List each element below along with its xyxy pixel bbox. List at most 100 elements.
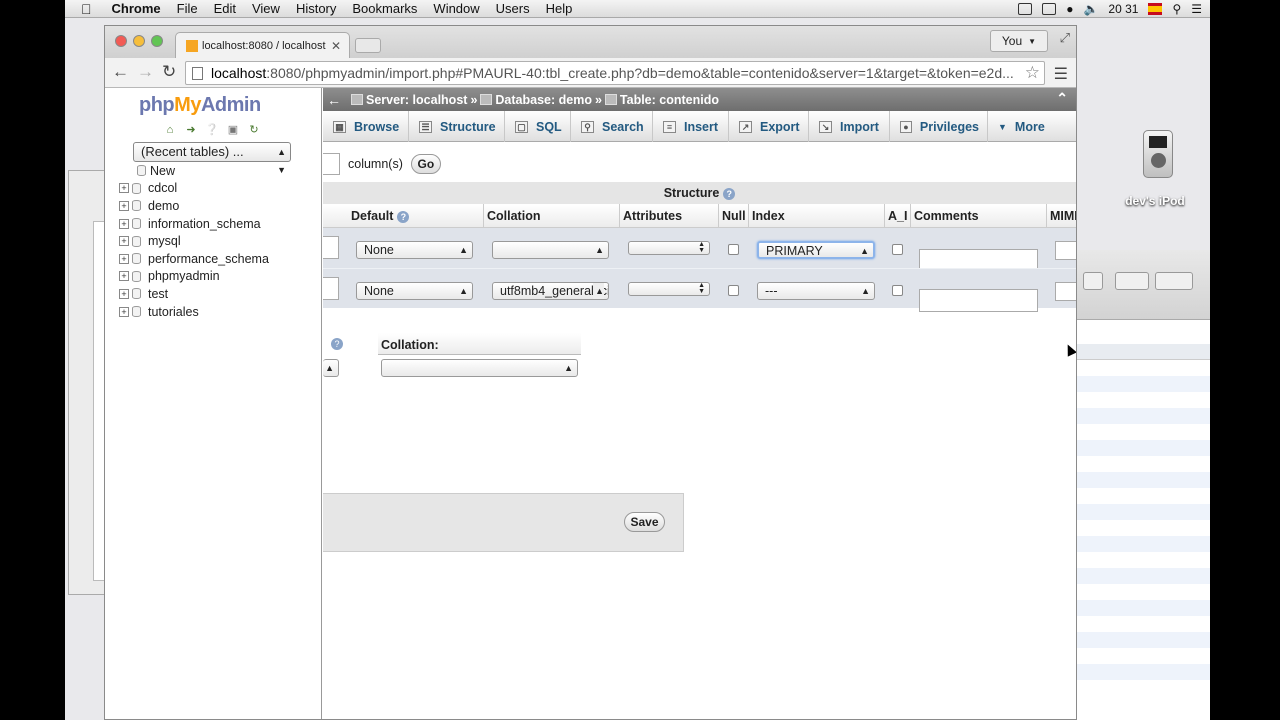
menu-file[interactable]: File (169, 1, 206, 16)
mime-select[interactable] (1055, 282, 1076, 301)
gear-icon[interactable] (1155, 272, 1193, 290)
add-columns-count-input[interactable] (323, 153, 340, 175)
tab-sql[interactable]: ▢ SQL (505, 111, 571, 142)
forward-arrow-icon[interactable]: → (137, 63, 154, 81)
display-icon[interactable] (1042, 3, 1057, 15)
back-arrow-icon[interactable]: ← (112, 63, 129, 81)
expand-icon[interactable]: + (119, 200, 129, 211)
menu-history[interactable]: History (288, 1, 344, 16)
index-select[interactable]: --- ▲▼ (757, 282, 875, 300)
docs-icon[interactable]: ▣ (226, 124, 240, 137)
tab-search[interactable]: ⚲ Search (571, 111, 653, 142)
notification-list-icon[interactable]: ☰ (1191, 2, 1202, 16)
tree-item-demo[interactable]: + demo (119, 197, 319, 215)
help-icon[interactable]: ? (397, 210, 410, 223)
expand-icon[interactable]: + (119, 236, 129, 247)
menu-edit[interactable]: Edit (206, 1, 244, 16)
logout-icon[interactable]: ➜ (184, 124, 198, 137)
tab-export[interactable]: ↗ Export (729, 111, 809, 142)
breadcrumb-server[interactable]: Server: localhost (351, 93, 467, 107)
menu-bookmarks[interactable]: Bookmarks (344, 1, 425, 16)
wifi-icon[interactable]: ● (1066, 2, 1073, 16)
menu-view[interactable]: View (244, 1, 288, 16)
collation-select[interactable]: utf8mb4_general_ci▲▼ (492, 282, 609, 300)
tree-item-test[interactable]: + test (119, 285, 319, 303)
expand-icon[interactable]: + (119, 253, 129, 264)
breadcrumb-table[interactable]: Table: contenido (604, 93, 719, 107)
address-bar[interactable]: localhost:8080/phpmyadmin/import.php#PMA… (185, 61, 1045, 85)
chevron-down-icon: ▼ (1028, 36, 1037, 46)
save-button[interactable]: Save (624, 512, 665, 532)
auto-increment-checkbox[interactable] (892, 244, 903, 255)
collapse-nav-arrow-icon[interactable]: ← (323, 92, 351, 108)
menu-users[interactable]: Users (488, 1, 538, 16)
null-checkbox[interactable] (728, 244, 739, 255)
attributes-select[interactable]: ▲ ▼ (628, 241, 710, 255)
ipod-desktop-icon[interactable]: dev's iPod (1125, 130, 1186, 210)
tab-import[interactable]: ↘ Import (809, 111, 890, 142)
expand-icon[interactable]: + (119, 306, 129, 317)
tab-browse[interactable]: ▦ Browse (323, 111, 409, 142)
profile-button[interactable]: You ▼ (990, 30, 1048, 52)
comments-input[interactable] (919, 289, 1038, 312)
collation-select[interactable]: ▲▼ (492, 241, 609, 259)
zoom-window-button[interactable] (151, 35, 163, 47)
tab-structure[interactable]: ☰ Structure (409, 111, 505, 142)
index-select[interactable]: PRIMARY ▲▼ (757, 241, 875, 259)
help-icon[interactable]: ? (331, 338, 343, 350)
null-checkbox[interactable] (728, 285, 739, 296)
default-select[interactable]: None ▲▼ (356, 282, 473, 300)
new-tab-button[interactable] (355, 38, 381, 53)
input-language-flag-icon[interactable] (1148, 3, 1163, 15)
tree-item-mysql[interactable]: + mysql (119, 232, 319, 250)
expand-icon[interactable]: + (119, 218, 129, 229)
expand-icon[interactable]: + (119, 288, 129, 299)
volume-icon[interactable]: 🔈 (1083, 2, 1098, 16)
recent-tables-select[interactable]: (Recent tables) ... ▲ ▼ (133, 142, 291, 175)
expand-icon[interactable]: + (119, 183, 129, 194)
minimize-window-button[interactable] (133, 35, 145, 47)
menu-app-name[interactable]: Chrome (104, 1, 169, 16)
apple-icon[interactable]:  (65, 1, 104, 17)
tree-item-tutoriales[interactable]: + tutoriales (119, 303, 319, 321)
go-button[interactable]: Go (410, 154, 441, 174)
default-select[interactable]: None ▲▼ (356, 241, 473, 259)
spotlight-search-icon[interactable]: ⚲ (1172, 2, 1181, 16)
tab-more[interactable]: ▼ More (988, 111, 1076, 142)
attributes-select[interactable]: ▲ ▼ (628, 282, 710, 296)
refresh-icon[interactable]: ↻ (247, 124, 261, 137)
column-length-input[interactable] (323, 277, 339, 300)
column-length-input[interactable] (323, 236, 339, 259)
tree-item-information-schema[interactable]: + information_schema (119, 215, 319, 233)
home-icon[interactable]: ⌂ (163, 124, 177, 137)
expand-icon[interactable]: + (119, 271, 129, 282)
collapse-up-icon[interactable]: ⌃ (1056, 90, 1068, 107)
tree-item-performance-schema[interactable]: + performance_schema (119, 250, 319, 268)
table-collation-select[interactable]: ▲▼ (381, 359, 578, 377)
tab-insert[interactable]: ≡ Insert (653, 111, 729, 142)
view-toggle-icon[interactable] (1083, 272, 1103, 290)
browser-tab[interactable]: localhost:8080 / localhost ✕ (175, 32, 350, 58)
menu-window[interactable]: Window (425, 1, 487, 16)
bookmark-star-icon[interactable]: ☆ (1024, 63, 1040, 83)
auto-increment-checkbox[interactable] (892, 285, 903, 296)
help-icon[interactable]: ? (723, 187, 736, 200)
close-window-button[interactable] (115, 35, 127, 47)
mime-select[interactable] (1055, 241, 1076, 260)
phpmyadmin-logo[interactable]: phpMyAdmin (139, 94, 261, 117)
chrome-menu-icon[interactable]: ☰ (1054, 64, 1068, 84)
help-icon[interactable]: ❔ (205, 124, 219, 137)
tab-privileges[interactable]: ● Privileges (890, 111, 988, 142)
fullscreen-icon[interactable]: ⤢ (1060, 30, 1070, 46)
tree-item-phpmyadmin[interactable]: + phpmyadmin (119, 268, 319, 286)
menu-help[interactable]: Help (538, 1, 581, 16)
breadcrumb-database[interactable]: Database: demo (480, 93, 592, 107)
storage-engine-select[interactable]: ▲▼ (323, 359, 339, 377)
menubar-clock[interactable]: 20 31 (1108, 2, 1138, 16)
battery-icon[interactable] (1018, 3, 1033, 15)
tree-item-new[interactable]: New (119, 162, 319, 180)
reload-icon[interactable]: ↻ (162, 63, 176, 81)
close-tab-icon[interactable]: ✕ (331, 39, 341, 53)
tree-item-cdcol[interactable]: + cdcol (119, 180, 319, 198)
arrange-icon[interactable] (1115, 272, 1149, 290)
